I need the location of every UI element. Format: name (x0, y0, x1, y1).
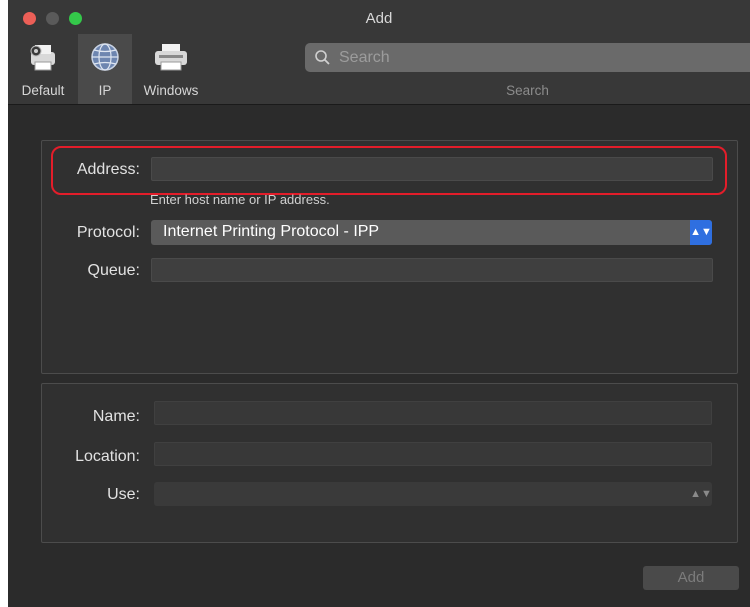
search-caption: Search (506, 83, 549, 98)
name-field[interactable] (154, 401, 712, 425)
toolbar-ip-label: IP (98, 83, 112, 98)
search-field[interactable] (305, 43, 750, 72)
stepper-chevron-icon: ▲▼ (690, 488, 712, 500)
search-input[interactable] (337, 45, 741, 71)
name-label: Name: (92, 408, 140, 425)
protocol-select[interactable]: Internet Printing Protocol - IPP ▲▼ (151, 220, 712, 245)
toolbar-windows-label: Windows (143, 83, 199, 98)
protocol-label: Protocol: (76, 224, 140, 241)
toolbar-default[interactable]: Default (10, 34, 76, 104)
add-button[interactable]: Add (643, 566, 739, 590)
use-label: Use: (107, 486, 140, 503)
globe-icon (91, 43, 119, 71)
toolbar-windows[interactable]: Windows (136, 34, 206, 104)
add-printer-window: Add Default IP Windows Search Search Add… (8, 0, 750, 607)
use-select[interactable]: ▲▼ (154, 482, 712, 506)
search-icon (315, 50, 330, 65)
toolbar-default-label: Default (21, 83, 65, 98)
location-field[interactable] (154, 442, 712, 466)
title-bar: Add Default IP Windows Search Search (8, 0, 750, 105)
toolbar-ip[interactable]: IP (78, 34, 132, 104)
printer-default-icon (30, 45, 55, 71)
address-highlight-annotation (51, 146, 727, 195)
address-hint: Enter host name or IP address. (150, 192, 330, 207)
stepper-chevron-icon: ▲▼ (690, 220, 712, 245)
queue-field[interactable] (151, 258, 713, 282)
queue-label: Queue: (87, 262, 140, 279)
printer-windows-icon (155, 44, 187, 71)
location-label: Location: (75, 448, 140, 465)
protocol-value: Internet Printing Protocol - IPP (163, 223, 380, 240)
window-title: Add (365, 10, 393, 27)
